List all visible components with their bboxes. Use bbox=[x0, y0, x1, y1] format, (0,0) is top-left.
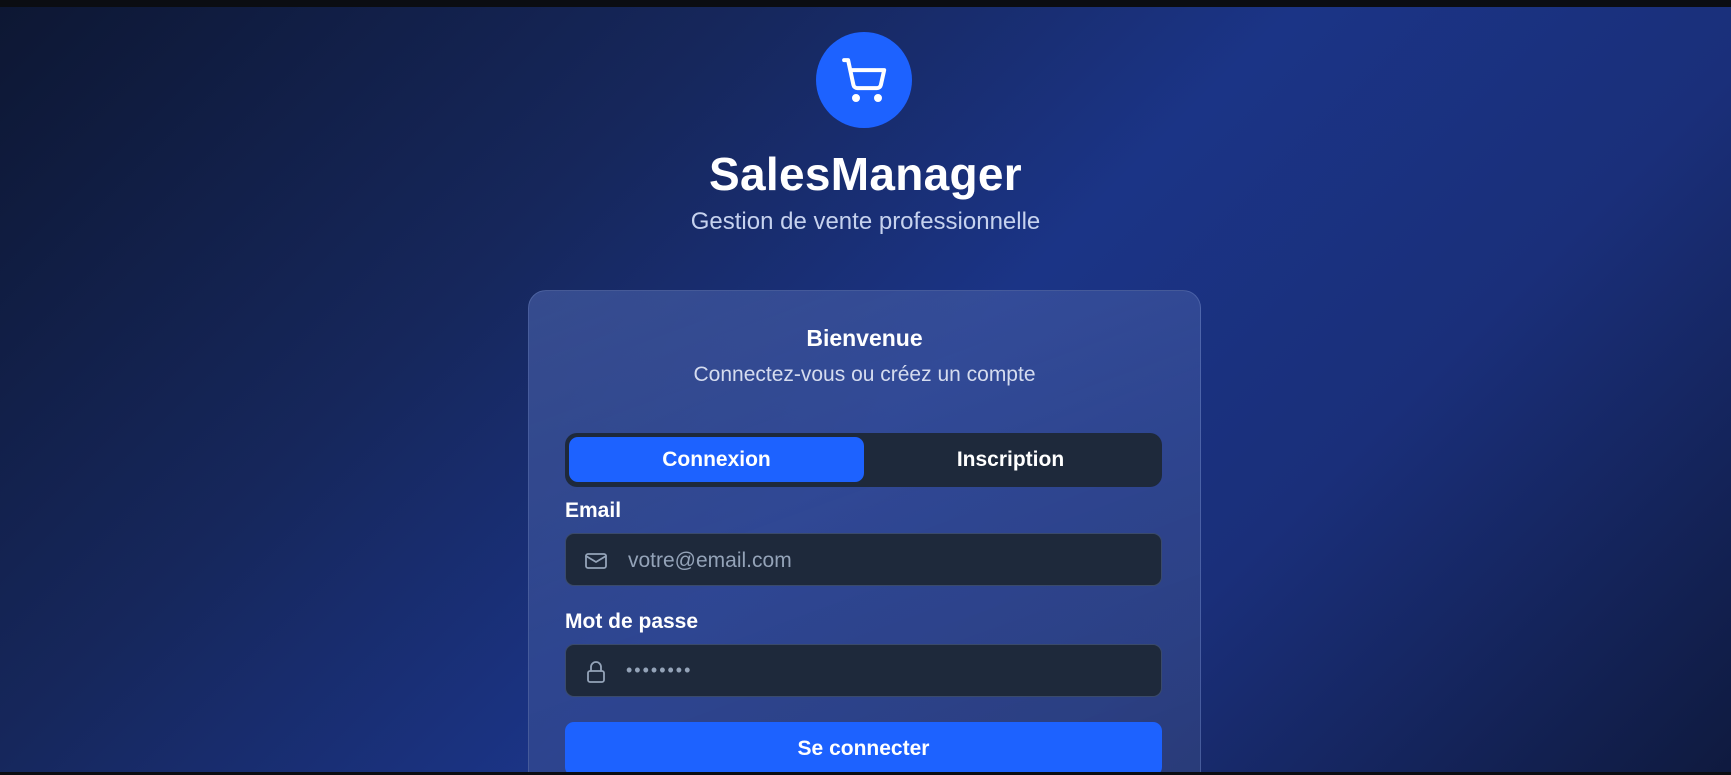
app-subtitle: Gestion de vente professionnelle bbox=[690, 208, 1041, 235]
login-submit-button[interactable]: Se connecter bbox=[565, 722, 1162, 772]
lock-icon bbox=[584, 660, 608, 684]
top-bar bbox=[0, 0, 1731, 7]
password-field-container[interactable]: •••••••• bbox=[565, 644, 1162, 697]
auth-card: Bienvenue Connectez-vous ou créez un com… bbox=[528, 290, 1201, 772]
tab-connexion[interactable]: Connexion bbox=[569, 437, 864, 482]
card-title: Bienvenue bbox=[806, 325, 923, 351]
card-subtitle: Connectez-vous ou créez un compte bbox=[693, 363, 1036, 386]
logo bbox=[816, 32, 912, 128]
login-page: SalesManager Gestion de vente profession… bbox=[0, 7, 1731, 772]
app-title: SalesManager bbox=[709, 148, 1022, 200]
mail-icon bbox=[584, 549, 608, 573]
auth-tabs: Connexion Inscription bbox=[565, 433, 1162, 487]
password-label: Mot de passe bbox=[565, 610, 699, 633]
email-label: Email bbox=[565, 499, 622, 522]
cart-icon bbox=[842, 58, 887, 102]
email-field-container bbox=[565, 533, 1162, 587]
email-input[interactable] bbox=[626, 534, 1150, 587]
password-input[interactable]: •••••••• bbox=[626, 645, 692, 696]
tab-inscription[interactable]: Inscription bbox=[863, 437, 1158, 482]
